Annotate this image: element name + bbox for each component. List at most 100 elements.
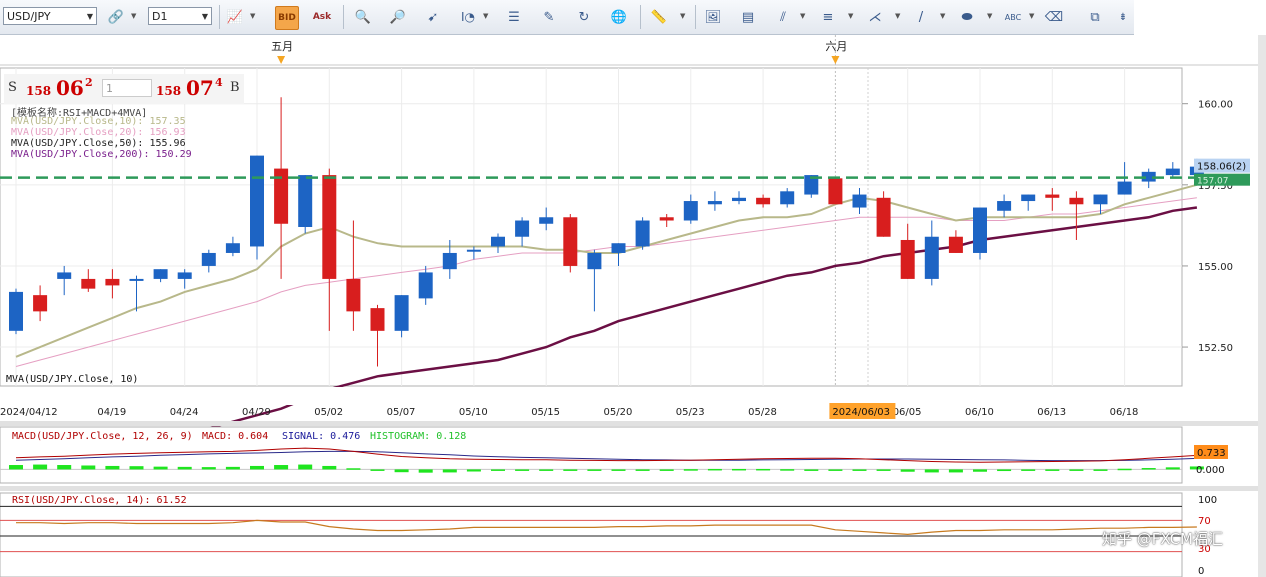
macd-histogram-bar: [756, 468, 771, 471]
candle-body: [611, 243, 626, 253]
chevron-down-icon[interactable]: ▼: [1029, 12, 1034, 20]
chevron-down-icon[interactable]: ▼: [250, 12, 255, 20]
macd-histogram-bar: [780, 469, 795, 471]
chevron-down-icon[interactable]: ▼: [940, 12, 945, 20]
macd-histogram-bar: [1141, 468, 1156, 470]
rsi-level-100: 100: [1198, 495, 1217, 506]
candle-body: [876, 197, 891, 237]
image-icon[interactable]: 🖼: [702, 6, 724, 28]
sell-label[interactable]: S: [8, 80, 17, 95]
macd-histogram-bar: [732, 468, 746, 471]
current-price-tag-text: 158.06(2): [1197, 162, 1246, 173]
mva-bottom-label: MVA(USD/JPY.Close, 10): [6, 374, 138, 385]
date-tick-label: 06/18: [1110, 407, 1139, 418]
macd-histogram-bar: [1117, 468, 1132, 471]
mva200-label: MVA(USD/JPY.Close,200): 150.29: [11, 149, 192, 160]
indicator-icon[interactable]: I◔: [457, 6, 479, 28]
candle-body: [57, 272, 72, 279]
candle-body: [1021, 194, 1036, 202]
candle-body: [250, 155, 264, 247]
candle-body: [105, 278, 120, 286]
cursor-icon[interactable]: ➹: [422, 6, 444, 28]
date-tick-label: 06/13: [1037, 407, 1066, 418]
macd-histogram-bar: [346, 468, 361, 470]
date-tick-label: 04/29: [242, 407, 271, 418]
macd-histogram-bar: [491, 469, 505, 471]
macd-histogram-bar: [298, 464, 313, 470]
buy-price-sup: 4: [215, 76, 223, 89]
cursor-date-tag-text: 2024/06/03: [832, 407, 890, 418]
candle-body: [852, 194, 867, 208]
signal-label: SIGNAL: 0.476: [282, 431, 360, 442]
macd-histogram-bar: [563, 469, 578, 471]
bar-chart-icon[interactable]: BID: [275, 6, 299, 30]
sell-price-big[interactable]: 06: [56, 76, 84, 100]
buy-price-big[interactable]: 07: [186, 76, 214, 100]
chevron-down-icon[interactable]: ▼: [131, 12, 136, 20]
candle-body: [442, 252, 457, 270]
zoom-out-icon[interactable]: 🔎: [387, 6, 409, 28]
macd-histogram-bar: [274, 465, 289, 470]
candle-body: [394, 295, 409, 331]
chevron-down-icon: ▼: [86, 12, 93, 21]
histogram-label: HISTOGRAM: 0.128: [370, 431, 466, 442]
date-tick-label: 04/19: [97, 407, 126, 418]
close-chart-icon[interactable]: 🔗: [105, 6, 127, 28]
candle-body: [466, 249, 481, 252]
refresh-icon[interactable]: ↻: [573, 6, 595, 28]
chevron-down-icon[interactable]: ▼: [800, 12, 805, 20]
buy-price-small[interactable]: 158: [156, 84, 181, 98]
chevron-down-icon: ▼: [201, 12, 208, 21]
rsi-level-70: 70: [1198, 516, 1211, 527]
candle-body: [322, 175, 337, 279]
macd-histogram-bar: [659, 469, 674, 471]
buy-label[interactable]: B: [230, 80, 240, 95]
chevron-down-icon[interactable]: ▼: [987, 12, 992, 20]
text-icon[interactable]: ABC: [1002, 6, 1024, 28]
macd-histogram-bar: [587, 469, 602, 471]
macd-histogram-bar: [466, 469, 481, 472]
zoom-in-icon[interactable]: 🔍: [352, 6, 374, 28]
rsi-level-0: 0: [1198, 566, 1204, 577]
chevron-down-icon[interactable]: ▼: [483, 12, 488, 20]
macd-histogram-bar: [804, 469, 819, 471]
quote-panel: S 158 06 2 1 158 07 4 B: [4, 74, 244, 104]
chart-canvas[interactable]: 160.00157.50155.00152.50158.06(2)157.07 …: [0, 35, 1266, 577]
bars-icon[interactable]: ≡: [817, 6, 839, 28]
globe-icon[interactable]: 🌐: [608, 6, 630, 28]
chevron-down-icon[interactable]: ▼: [848, 12, 853, 20]
lot-input[interactable]: 1: [102, 79, 152, 97]
timeframe-select[interactable]: D1 ▼: [148, 7, 212, 25]
crosshair-icon[interactable]: ☰: [503, 6, 525, 28]
macd-histogram-bar: [1069, 469, 1084, 471]
lines-icon[interactable]: ⫽: [772, 6, 794, 28]
price-tick-label: 155.00: [1198, 262, 1233, 273]
date-tick-label: 05/28: [748, 407, 777, 418]
macd-histogram-bar: [9, 465, 23, 470]
pen-icon[interactable]: ⋌: [864, 6, 886, 28]
sell-price-small[interactable]: 158: [26, 84, 51, 98]
symbol-select[interactable]: USD/JPY ▼: [3, 7, 97, 25]
macd-histogram-bar: [539, 469, 554, 471]
macd-value-label: MACD: 0.604: [202, 431, 268, 442]
mva50-label: MVA(USD/JPY.Close,50): 155.96: [11, 138, 186, 149]
candle-body: [177, 272, 192, 279]
ellipse-icon[interactable]: ⬬: [956, 6, 978, 28]
properties-icon[interactable]: ✎: [538, 6, 560, 28]
ruler-icon[interactable]: 📏: [648, 6, 670, 28]
candle-body: [756, 197, 771, 205]
date-tick-label: 05/23: [676, 407, 705, 418]
eraser-icon[interactable]: ⌫: [1043, 6, 1065, 28]
template-icon[interactable]: ▤: [737, 6, 759, 28]
macd-histogram-bar: [973, 469, 987, 472]
scroll-icon[interactable]: ⇟: [1112, 6, 1134, 28]
tree-icon[interactable]: ⧉: [1084, 6, 1106, 28]
macd-histogram-bar: [418, 469, 433, 473]
chart-type-icon[interactable]: 📈: [224, 6, 246, 28]
chevron-down-icon[interactable]: ▼: [680, 12, 685, 20]
candle-body: [948, 236, 963, 253]
chevron-down-icon[interactable]: ▼: [895, 12, 900, 20]
macd-histogram-bar: [177, 466, 192, 470]
draw-icon[interactable]: /: [910, 6, 932, 28]
ask-chart-icon[interactable]: Ask: [311, 6, 333, 28]
